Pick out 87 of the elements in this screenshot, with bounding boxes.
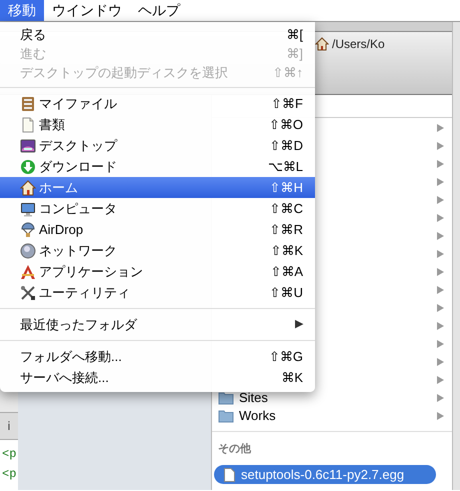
menu-item-label: 書類 [39, 116, 65, 134]
disclosure-arrow-icon[interactable] [437, 232, 444, 240]
shortcut-label: ⇧⌘U [270, 284, 303, 302]
disclosure-arrow-icon[interactable] [437, 394, 444, 402]
menu-bar-item[interactable]: 移動 [0, 0, 44, 21]
file-item[interactable]: setuptools-0.6c11-py2.7.egg [214, 465, 436, 484]
home-icon [315, 37, 329, 51]
menu-item[interactable]: フォルダへ移動... ⇧⌘G [0, 346, 315, 367]
disclosure-arrow-icon[interactable] [437, 358, 444, 366]
menu-item[interactable]: ユーティリティ ⇧⌘U [0, 282, 315, 303]
menu-bar-item[interactable]: ヘルプ [130, 0, 188, 21]
menu-item[interactable]: ホーム ⇧⌘H [0, 177, 315, 198]
desktop-picture-icon [20, 138, 36, 154]
menu-item-label: コンピュータ [39, 200, 117, 218]
disclosure-arrow-icon[interactable] [437, 286, 444, 294]
disclosure-arrow-icon[interactable] [437, 412, 444, 420]
shortcut-label: ⌘K [281, 368, 303, 387]
parachute-icon [20, 222, 36, 238]
shortcut-label: ⇧⌘F [271, 94, 303, 113]
menu-item-label: サーバへ接続... [20, 368, 109, 387]
menu-item[interactable]: ネットワーク ⇧⌘K [0, 240, 315, 261]
disclosure-arrow-icon[interactable] [437, 268, 444, 276]
section-title: その他 [218, 443, 251, 455]
menu-item[interactable]: ダウンロード ⌥⌘L [0, 156, 315, 177]
disclosure-arrow-icon[interactable] [437, 178, 444, 186]
shortcut-label: ⌥⌘L [268, 158, 303, 176]
menu-item[interactable]: マイファイル ⇧⌘F [0, 93, 315, 114]
path-label: /Users/Ko [332, 36, 385, 53]
disclosure-arrow-icon[interactable] [437, 322, 444, 330]
shortcut-label: ⇧⌘G [268, 348, 303, 366]
menu-item-label: ダウンロード [39, 158, 117, 176]
menu-item[interactable]: アプリケーション ⇧⌘A [0, 261, 315, 282]
code-line: <p [2, 446, 18, 463]
monitor-icon [20, 200, 36, 216]
menu-item[interactable]: デスクトップ ⇧⌘D [0, 135, 315, 156]
menu-item-label: マイファイル [39, 94, 117, 113]
menu-item[interactable]: AirDrop ⇧⌘R [0, 219, 315, 240]
download-icon [20, 158, 36, 174]
shortcut-label: ⇧⌘H [270, 178, 303, 197]
menu-item-label: 最近使ったフォルダ [20, 316, 137, 334]
menu-item-label: デスクトップ [39, 136, 117, 155]
menu-item-label: ホーム [39, 178, 78, 197]
shortcut-label: ⇧⌘O [268, 116, 303, 134]
tools-icon [20, 284, 36, 300]
shortcut-label: ⇧⌘D [270, 136, 303, 155]
file-cabinet-icon [20, 96, 36, 112]
disclosure-arrow-icon[interactable] [437, 250, 444, 258]
disclosure-arrow-icon[interactable] [437, 340, 444, 348]
code-line: <p [2, 466, 18, 483]
menu-item-label: ネットワーク [39, 242, 117, 260]
menu-item[interactable]: 戻る ⌘[ [0, 25, 315, 44]
disclosure-arrow-icon[interactable] [437, 196, 444, 204]
menu-item-label: ユーティリティ [39, 284, 130, 302]
menu-item[interactable]: コンピュータ ⇧⌘C [0, 198, 315, 219]
folder-icon [218, 409, 234, 423]
shortcut-label: ⌘[ [286, 26, 303, 44]
submenu-arrow: ▶ [295, 317, 303, 332]
menu-item[interactable]: 書類 ⇧⌘O [0, 114, 315, 135]
editor-tab[interactable]: i [0, 412, 18, 440]
menu-item-label: デスクトップの起動ディスクを選択 [20, 64, 228, 82]
menu-item-label: 戻る [20, 26, 46, 44]
disclosure-arrow-icon[interactable] [437, 142, 444, 150]
disclosure-arrow-icon[interactable] [437, 160, 444, 168]
menu-bar-item[interactable]: ウインドウ [44, 0, 130, 21]
menu-item-label: AirDrop [39, 220, 84, 239]
shortcut-label: ⇧⌘R [270, 220, 303, 239]
menu-item[interactable]: 最近使ったフォルダ ▶ [0, 314, 315, 335]
menu-item-label: 進む [20, 44, 46, 63]
document-icon [20, 116, 36, 132]
disclosure-arrow-icon[interactable] [437, 214, 444, 222]
disclosure-arrow-icon[interactable] [437, 124, 444, 132]
menu-item[interactable]: サーバへ接続... ⌘K [0, 367, 315, 388]
folder-name: Works [239, 407, 276, 426]
shortcut-label: ⌘] [286, 44, 303, 63]
menu-item-label: アプリケーション [39, 262, 143, 281]
letter-a-icon [20, 264, 36, 280]
house-icon [20, 180, 36, 196]
folder-name: Sites [239, 389, 268, 408]
menu-item-label: フォルダへ移動... [20, 348, 122, 366]
globe-icon [20, 242, 36, 258]
disclosure-arrow-icon[interactable] [437, 304, 444, 312]
disclosure-arrow-icon[interactable] [437, 376, 444, 384]
shortcut-label: ⇧⌘↑ [272, 64, 303, 82]
shortcut-label: ⇧⌘C [270, 200, 303, 218]
document-icon [224, 468, 235, 482]
shortcut-label: ⇧⌘A [270, 262, 303, 281]
shortcut-label: ⇧⌘K [270, 242, 303, 260]
